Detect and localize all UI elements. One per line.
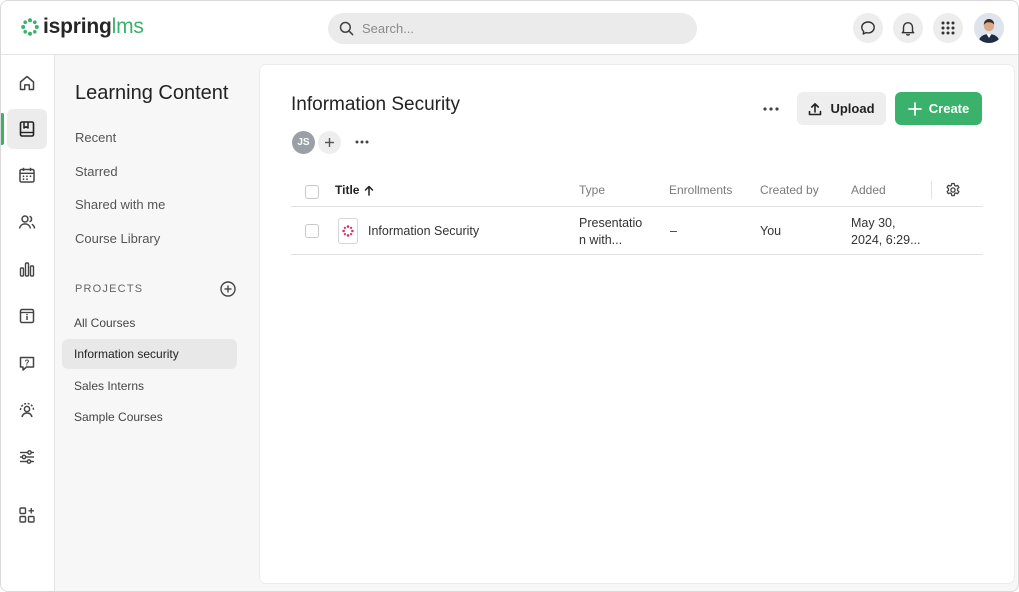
column-divider xyxy=(931,181,932,199)
supervisor-icon xyxy=(19,402,35,418)
column-title-label: Title xyxy=(335,183,360,197)
apps-grid-icon xyxy=(941,21,955,35)
members-more-button[interactable] xyxy=(349,132,375,152)
rail-info[interactable] xyxy=(7,296,47,336)
settings-sliders-icon xyxy=(20,450,34,464)
row-created-by: You xyxy=(760,224,782,238)
member-avatar[interactable]: JS xyxy=(292,131,315,154)
row-type: Presentatio n with... xyxy=(579,215,642,249)
row-added-line1: May 30, xyxy=(851,216,896,230)
search-input[interactable] xyxy=(362,21,682,36)
row-checkbox[interactable] xyxy=(305,224,319,238)
row-type-line1: Presentatio xyxy=(579,216,643,230)
column-enrollments[interactable]: Enrollments xyxy=(669,183,732,197)
add-circle-icon xyxy=(220,281,236,297)
rail-add-apps[interactable] xyxy=(7,495,47,535)
upload-icon xyxy=(809,102,822,115)
create-button[interactable]: Create xyxy=(895,92,982,125)
upload-button[interactable]: Upload xyxy=(797,92,886,125)
top-bar: ispringlms xyxy=(1,1,1018,55)
row-added: May 30, 2024, 6:29... xyxy=(851,215,921,249)
project-sales-interns[interactable]: Sales Interns xyxy=(62,371,237,401)
ispring-logo-icon xyxy=(21,18,39,36)
create-label: Create xyxy=(928,101,970,116)
reports-icon xyxy=(19,262,35,277)
bell-icon xyxy=(901,22,915,36)
projects-header: PROJECTS xyxy=(75,283,144,295)
main-content: Information Security Upload Create JS Ti… xyxy=(260,65,1014,583)
rail-help[interactable]: ? xyxy=(7,343,47,383)
project-information-security[interactable]: Information security xyxy=(62,339,237,369)
more-horizontal-icon xyxy=(763,107,779,111)
upload-label: Upload xyxy=(830,101,875,116)
project-sample-courses[interactable]: Sample Courses xyxy=(62,402,237,432)
sort-ascending-icon xyxy=(365,185,374,196)
column-added[interactable]: Added xyxy=(851,183,886,197)
plus-icon xyxy=(325,138,334,147)
help-icon: ? xyxy=(19,356,35,371)
user-avatar[interactable] xyxy=(974,13,1004,43)
notifications-button[interactable] xyxy=(893,13,923,43)
rail-learning-content[interactable] xyxy=(1,109,47,149)
plus-icon xyxy=(907,101,922,116)
table-header: Title Type Enrollments Created by Added xyxy=(291,176,983,207)
row-enrollments: – xyxy=(670,224,677,238)
sidebar-link-starred[interactable]: Starred xyxy=(75,164,118,179)
sidebar-link-recent[interactable]: Recent xyxy=(75,130,116,145)
app-window: ispringlms Search... ? Learning Content … xyxy=(0,0,1019,592)
rail-reports[interactable] xyxy=(7,249,47,289)
row-type-line2: n with... xyxy=(579,233,623,247)
rail-calendar[interactable] xyxy=(7,155,47,195)
rail-home[interactable] xyxy=(7,63,47,103)
logo[interactable]: ispringlms xyxy=(21,15,144,39)
chat-button[interactable] xyxy=(853,13,883,43)
svg-text:?: ? xyxy=(25,358,30,367)
home-icon xyxy=(19,75,35,91)
more-actions-button[interactable] xyxy=(758,99,784,119)
column-type[interactable]: Type xyxy=(579,183,605,197)
content-sidebar: Learning Content Recent Starred Shared w… xyxy=(56,56,256,591)
users-icon xyxy=(18,215,36,229)
table-settings-button[interactable] xyxy=(945,182,961,203)
ispring-presentation-icon xyxy=(342,225,354,237)
chat-icon xyxy=(861,21,875,35)
search-bar[interactable] xyxy=(328,13,697,44)
rail-users[interactable] xyxy=(7,202,47,242)
add-apps-icon xyxy=(19,507,35,523)
more-horizontal-icon xyxy=(355,140,369,144)
search-icon xyxy=(339,21,354,36)
column-created-by[interactable]: Created by xyxy=(760,183,819,197)
table-row[interactable]: Information Security Presentatio n with.… xyxy=(291,208,983,255)
sidebar-link-course-library[interactable]: Course Library xyxy=(75,231,160,246)
select-all-checkbox[interactable] xyxy=(305,185,319,199)
rail-settings[interactable] xyxy=(7,437,47,477)
add-project-button[interactable] xyxy=(219,280,237,298)
info-icon xyxy=(19,308,35,324)
sidebar-title: Learning Content xyxy=(75,82,229,104)
page-title: Information Security xyxy=(291,94,460,115)
project-all-courses[interactable]: All Courses xyxy=(62,308,237,338)
presentation-file-icon xyxy=(338,218,358,244)
rail-supervisor[interactable] xyxy=(7,390,47,430)
add-member-button[interactable] xyxy=(318,131,341,154)
row-added-line2: 2024, 6:29... xyxy=(851,233,921,247)
gear-icon xyxy=(946,182,960,197)
logo-text: ispringlms xyxy=(43,15,144,38)
apps-button[interactable] xyxy=(933,13,963,43)
column-title[interactable]: Title xyxy=(335,183,374,197)
calendar-icon xyxy=(19,167,35,183)
user-avatar-image xyxy=(974,13,1004,43)
nav-rail: ? xyxy=(1,55,55,591)
learning-content-icon xyxy=(19,121,35,137)
row-title[interactable]: Information Security xyxy=(368,223,479,240)
sidebar-link-shared[interactable]: Shared with me xyxy=(75,197,165,212)
